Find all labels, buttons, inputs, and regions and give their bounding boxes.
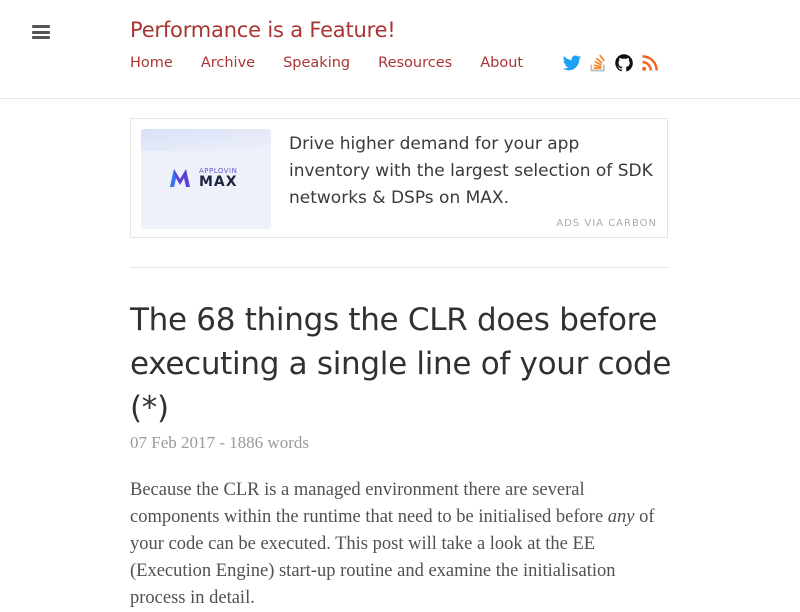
post-body-text-1: Because the CLR is a managed environment…	[130, 480, 608, 527]
site-title[interactable]: Performance is a Feature!	[130, 18, 396, 42]
twitter-icon[interactable]	[562, 53, 582, 73]
content-divider	[130, 267, 668, 268]
ad-image[interactable]: APPLOVIN MAX	[141, 129, 271, 229]
nav-archive[interactable]: Archive	[201, 55, 255, 71]
ad-brand-big: MAX	[199, 173, 238, 190]
carbon-ad[interactable]: APPLOVIN MAX Drive higher demand for you…	[130, 118, 668, 238]
post-meta: 07 Feb 2017 - 1886 words	[130, 433, 309, 452]
stackoverflow-icon[interactable]	[588, 53, 608, 73]
github-icon[interactable]	[614, 53, 634, 73]
ad-text[interactable]: Drive higher demand for your app invento…	[289, 131, 659, 212]
header-divider	[0, 98, 800, 99]
nav-resources[interactable]: Resources	[378, 55, 452, 71]
nav-home[interactable]: Home	[130, 55, 173, 71]
applovin-logo-icon	[170, 169, 190, 187]
applovin-logo: APPLOVIN MAX	[169, 167, 238, 189]
social-links	[562, 53, 660, 73]
post-body-emphasis: any	[607, 507, 635, 527]
main-nav: Home Archive Speaking Resources About	[130, 55, 551, 71]
nav-speaking[interactable]: Speaking	[283, 55, 350, 71]
post-body: Because the CLR is a managed environment…	[130, 477, 660, 612]
nav-about[interactable]: About	[480, 55, 523, 71]
post-title: The 68 things the CLR does before execut…	[130, 302, 672, 426]
rss-icon[interactable]	[640, 53, 660, 73]
ads-via-carbon[interactable]: ADS VIA CARBON	[556, 218, 657, 229]
menu-icon[interactable]	[32, 25, 50, 39]
